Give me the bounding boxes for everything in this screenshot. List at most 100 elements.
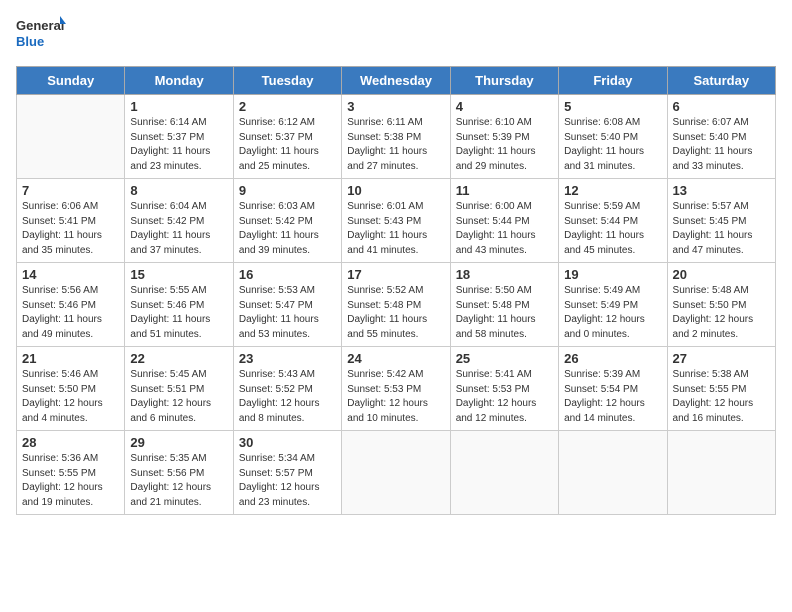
day-number: 30: [239, 435, 336, 450]
day-info: Sunrise: 6:10 AM Sunset: 5:39 PM Dayligh…: [456, 116, 553, 174]
calendar-cell: 16 Sunrise: 5:53 AM Sunset: 5:47 PM Dayli…: [233, 263, 341, 347]
day-number: 13: [673, 183, 770, 198]
calendar-cell: 15Sunrise: 5:55 AM Sunset: 5:46 PM Dayli…: [125, 263, 233, 347]
calendar-cell: [450, 431, 558, 515]
day-info: Sunrise: 5:42 AM Sunset: 5:53 PM Dayligh…: [347, 368, 444, 426]
day-info: Sunrise: 5:59 AM Sunset: 5:44 PM Dayligh…: [564, 200, 661, 258]
calendar-cell: [667, 431, 775, 515]
week-row-3: 21 Sunrise: 5:46 AM Sunset: 5:50 PM Dayli…: [17, 347, 776, 431]
week-row-2: 14 Sunrise: 5:56 AM Sunset: 5:46 PM Dayli…: [17, 263, 776, 347]
calendar-cell: 29 Sunrise: 5:35 AM Sunset: 5:56 PM Dayli…: [125, 431, 233, 515]
day-number: 21: [22, 351, 119, 366]
day-info: Sunrise: 5:36 AM Sunset: 5:55 PM Dayligh…: [22, 452, 119, 510]
calendar-cell: 1 Sunrise: 6:14 AM Sunset: 5:37 PM Daylig…: [125, 95, 233, 179]
header: General Blue: [16, 16, 776, 54]
day-number: 4: [456, 99, 553, 114]
day-info: Sunrise: 5:46 AM Sunset: 5:50 PM Dayligh…: [22, 368, 119, 426]
day-info: Sunrise: 5:52 AM Sunset: 5:48 PM Dayligh…: [347, 284, 444, 342]
day-info: Sunrise: 5:43 AM Sunset: 5:52 PM Dayligh…: [239, 368, 336, 426]
calendar-cell: 13 Sunrise: 5:57 AM Sunset: 5:45 PM Dayli…: [667, 179, 775, 263]
day-info: Sunrise: 5:35 AM Sunset: 5:56 PM Dayligh…: [130, 452, 227, 510]
calendar-cell: 12 Sunrise: 5:59 AM Sunset: 5:44 PM Dayli…: [559, 179, 667, 263]
calendar-cell: 18 Sunrise: 5:50 AM Sunset: 5:48 PM Dayli…: [450, 263, 558, 347]
day-info: Sunrise: 5:39 AM Sunset: 5:54 PM Dayligh…: [564, 368, 661, 426]
calendar-cell: 20Sunrise: 5:48 AM Sunset: 5:50 PM Dayli…: [667, 263, 775, 347]
day-info: Sunrise: 5:38 AM Sunset: 5:55 PM Dayligh…: [673, 368, 770, 426]
week-row-4: 28 Sunrise: 5:36 AM Sunset: 5:55 PM Dayli…: [17, 431, 776, 515]
weekday-monday: Monday: [125, 67, 233, 95]
day-number: 17: [347, 267, 444, 282]
svg-text:General: General: [16, 18, 64, 33]
calendar-cell: [342, 431, 450, 515]
day-number: 8: [130, 183, 227, 198]
day-number: 3: [347, 99, 444, 114]
day-number: 23: [239, 351, 336, 366]
calendar-cell: 14 Sunrise: 5:56 AM Sunset: 5:46 PM Dayli…: [17, 263, 125, 347]
calendar-cell: 6Sunrise: 6:07 AM Sunset: 5:40 PM Daylig…: [667, 95, 775, 179]
calendar-cell: [559, 431, 667, 515]
day-info: Sunrise: 5:56 AM Sunset: 5:46 PM Dayligh…: [22, 284, 119, 342]
calendar-cell: 27Sunrise: 5:38 AM Sunset: 5:55 PM Dayli…: [667, 347, 775, 431]
calendar-cell: 21 Sunrise: 5:46 AM Sunset: 5:50 PM Dayli…: [17, 347, 125, 431]
calendar-cell: 25 Sunrise: 5:41 AM Sunset: 5:53 PM Dayli…: [450, 347, 558, 431]
day-number: 7: [22, 183, 119, 198]
day-info: Sunrise: 5:53 AM Sunset: 5:47 PM Dayligh…: [239, 284, 336, 342]
calendar-cell: 8Sunrise: 6:04 AM Sunset: 5:42 PM Daylig…: [125, 179, 233, 263]
day-info: Sunrise: 5:45 AM Sunset: 5:51 PM Dayligh…: [130, 368, 227, 426]
day-number: 10: [347, 183, 444, 198]
day-info: Sunrise: 5:55 AM Sunset: 5:46 PM Dayligh…: [130, 284, 227, 342]
week-row-1: 7Sunrise: 6:06 AM Sunset: 5:41 PM Daylig…: [17, 179, 776, 263]
day-number: 12: [564, 183, 661, 198]
calendar-cell: 26 Sunrise: 5:39 AM Sunset: 5:54 PM Dayli…: [559, 347, 667, 431]
weekday-sunday: Sunday: [17, 67, 125, 95]
svg-text:Blue: Blue: [16, 34, 44, 49]
calendar-cell: 28 Sunrise: 5:36 AM Sunset: 5:55 PM Dayli…: [17, 431, 125, 515]
calendar-body: 1 Sunrise: 6:14 AM Sunset: 5:37 PM Daylig…: [17, 95, 776, 515]
day-number: 26: [564, 351, 661, 366]
calendar-cell: 3 Sunrise: 6:11 AM Sunset: 5:38 PM Daylig…: [342, 95, 450, 179]
weekday-header-row: SundayMondayTuesdayWednesdayThursdayFrid…: [17, 67, 776, 95]
day-info: Sunrise: 6:14 AM Sunset: 5:37 PM Dayligh…: [130, 116, 227, 174]
day-info: Sunrise: 5:34 AM Sunset: 5:57 PM Dayligh…: [239, 452, 336, 510]
weekday-tuesday: Tuesday: [233, 67, 341, 95]
calendar-cell: 5 Sunrise: 6:08 AM Sunset: 5:40 PM Daylig…: [559, 95, 667, 179]
week-row-0: 1 Sunrise: 6:14 AM Sunset: 5:37 PM Daylig…: [17, 95, 776, 179]
day-info: Sunrise: 5:49 AM Sunset: 5:49 PM Dayligh…: [564, 284, 661, 342]
day-info: Sunrise: 6:08 AM Sunset: 5:40 PM Dayligh…: [564, 116, 661, 174]
day-number: 19: [564, 267, 661, 282]
day-number: 9: [239, 183, 336, 198]
day-number: 28: [22, 435, 119, 450]
calendar-cell: 9 Sunrise: 6:03 AM Sunset: 5:42 PM Daylig…: [233, 179, 341, 263]
day-number: 11: [456, 183, 553, 198]
day-info: Sunrise: 5:41 AM Sunset: 5:53 PM Dayligh…: [456, 368, 553, 426]
day-number: 18: [456, 267, 553, 282]
day-info: Sunrise: 6:12 AM Sunset: 5:37 PM Dayligh…: [239, 116, 336, 174]
day-info: Sunrise: 6:01 AM Sunset: 5:43 PM Dayligh…: [347, 200, 444, 258]
logo-svg: General Blue: [16, 16, 66, 54]
calendar-cell: 10 Sunrise: 6:01 AM Sunset: 5:43 PM Dayli…: [342, 179, 450, 263]
day-number: 1: [130, 99, 227, 114]
day-number: 6: [673, 99, 770, 114]
weekday-thursday: Thursday: [450, 67, 558, 95]
day-number: 29: [130, 435, 227, 450]
calendar-cell: 11 Sunrise: 6:00 AM Sunset: 5:44 PM Dayli…: [450, 179, 558, 263]
weekday-friday: Friday: [559, 67, 667, 95]
day-number: 24: [347, 351, 444, 366]
calendar-cell: 22Sunrise: 5:45 AM Sunset: 5:51 PM Dayli…: [125, 347, 233, 431]
day-number: 25: [456, 351, 553, 366]
logo: General Blue: [16, 16, 66, 54]
day-number: 5: [564, 99, 661, 114]
day-number: 14: [22, 267, 119, 282]
calendar-table: SundayMondayTuesdayWednesdayThursdayFrid…: [16, 66, 776, 515]
day-info: Sunrise: 6:00 AM Sunset: 5:44 PM Dayligh…: [456, 200, 553, 258]
day-info: Sunrise: 5:57 AM Sunset: 5:45 PM Dayligh…: [673, 200, 770, 258]
calendar-cell: 24 Sunrise: 5:42 AM Sunset: 5:53 PM Dayli…: [342, 347, 450, 431]
day-info: Sunrise: 6:03 AM Sunset: 5:42 PM Dayligh…: [239, 200, 336, 258]
calendar-cell: 23 Sunrise: 5:43 AM Sunset: 5:52 PM Dayli…: [233, 347, 341, 431]
day-info: Sunrise: 6:11 AM Sunset: 5:38 PM Dayligh…: [347, 116, 444, 174]
calendar-cell: 30 Sunrise: 5:34 AM Sunset: 5:57 PM Dayli…: [233, 431, 341, 515]
weekday-saturday: Saturday: [667, 67, 775, 95]
day-number: 16: [239, 267, 336, 282]
day-info: Sunrise: 5:50 AM Sunset: 5:48 PM Dayligh…: [456, 284, 553, 342]
calendar-cell: 2Sunrise: 6:12 AM Sunset: 5:37 PM Daylig…: [233, 95, 341, 179]
